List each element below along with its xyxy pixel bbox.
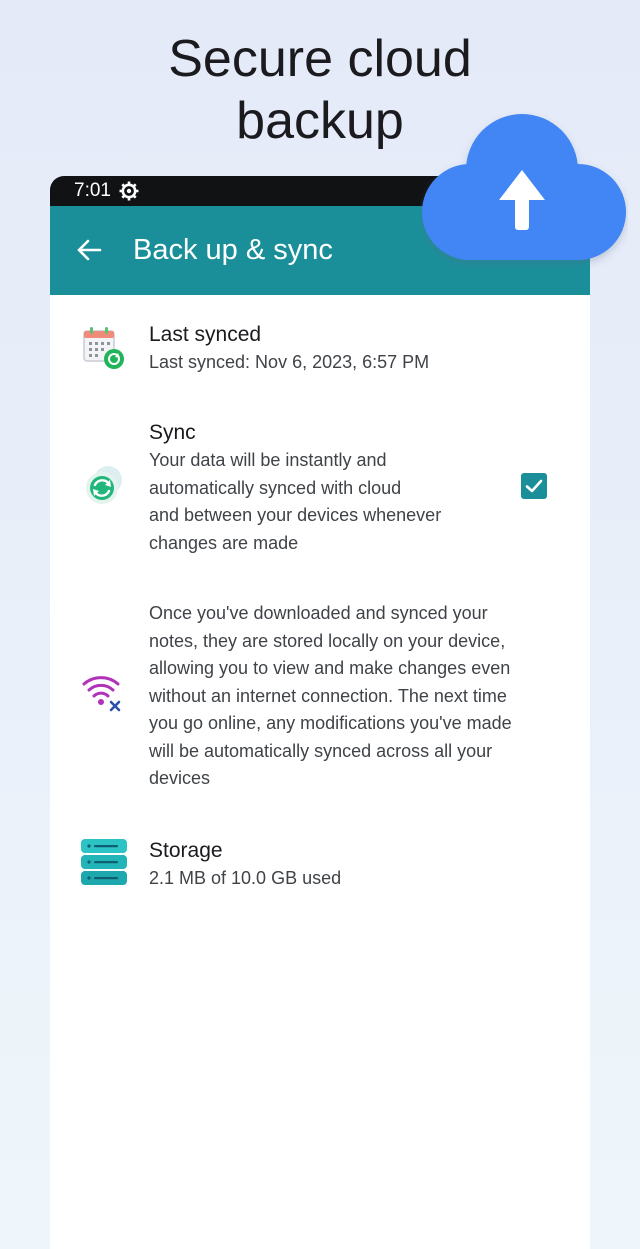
setting-storage[interactable]: Storage 2.1 MB of 10.0 GB used bbox=[50, 834, 590, 904]
arrow-back-icon bbox=[77, 239, 102, 261]
sync-description: Your data will be instantly and automati… bbox=[149, 450, 442, 553]
wifi-off-icon bbox=[78, 666, 130, 718]
cloud-upload-icon bbox=[420, 112, 628, 272]
setting-offline-info: Once you've downloaded and synced your n… bbox=[50, 598, 590, 792]
sync-icon bbox=[78, 462, 130, 514]
sync-title: Sync bbox=[149, 421, 196, 444]
page-title: Back up & sync bbox=[133, 234, 333, 266]
back-button[interactable] bbox=[74, 235, 104, 265]
storage-usage: 2.1 MB of 10.0 GB used bbox=[149, 868, 342, 888]
setting-sync[interactable]: Sync Your data will be instantly and aut… bbox=[50, 416, 590, 562]
sync-checkbox[interactable] bbox=[521, 473, 547, 499]
checkmark-icon bbox=[525, 479, 543, 493]
settings-gear-icon bbox=[119, 181, 139, 201]
status-time: 7:01 bbox=[74, 180, 111, 201]
last-synced-title: Last synced bbox=[149, 323, 262, 346]
storage-icon bbox=[79, 836, 131, 888]
storage-title: Storage bbox=[149, 839, 223, 862]
last-synced-value: Last synced: Nov 6, 2023, 6:57 PM bbox=[149, 352, 430, 372]
phone-screen: 7:01 Back up & sync Last synced Last syn… bbox=[50, 176, 590, 1249]
calendar-sync-icon bbox=[78, 323, 130, 375]
setting-last-synced[interactable]: Last synced Last synced: Nov 6, 2023, 6:… bbox=[50, 311, 590, 381]
offline-description: Once you've downloaded and synced your n… bbox=[149, 603, 512, 788]
